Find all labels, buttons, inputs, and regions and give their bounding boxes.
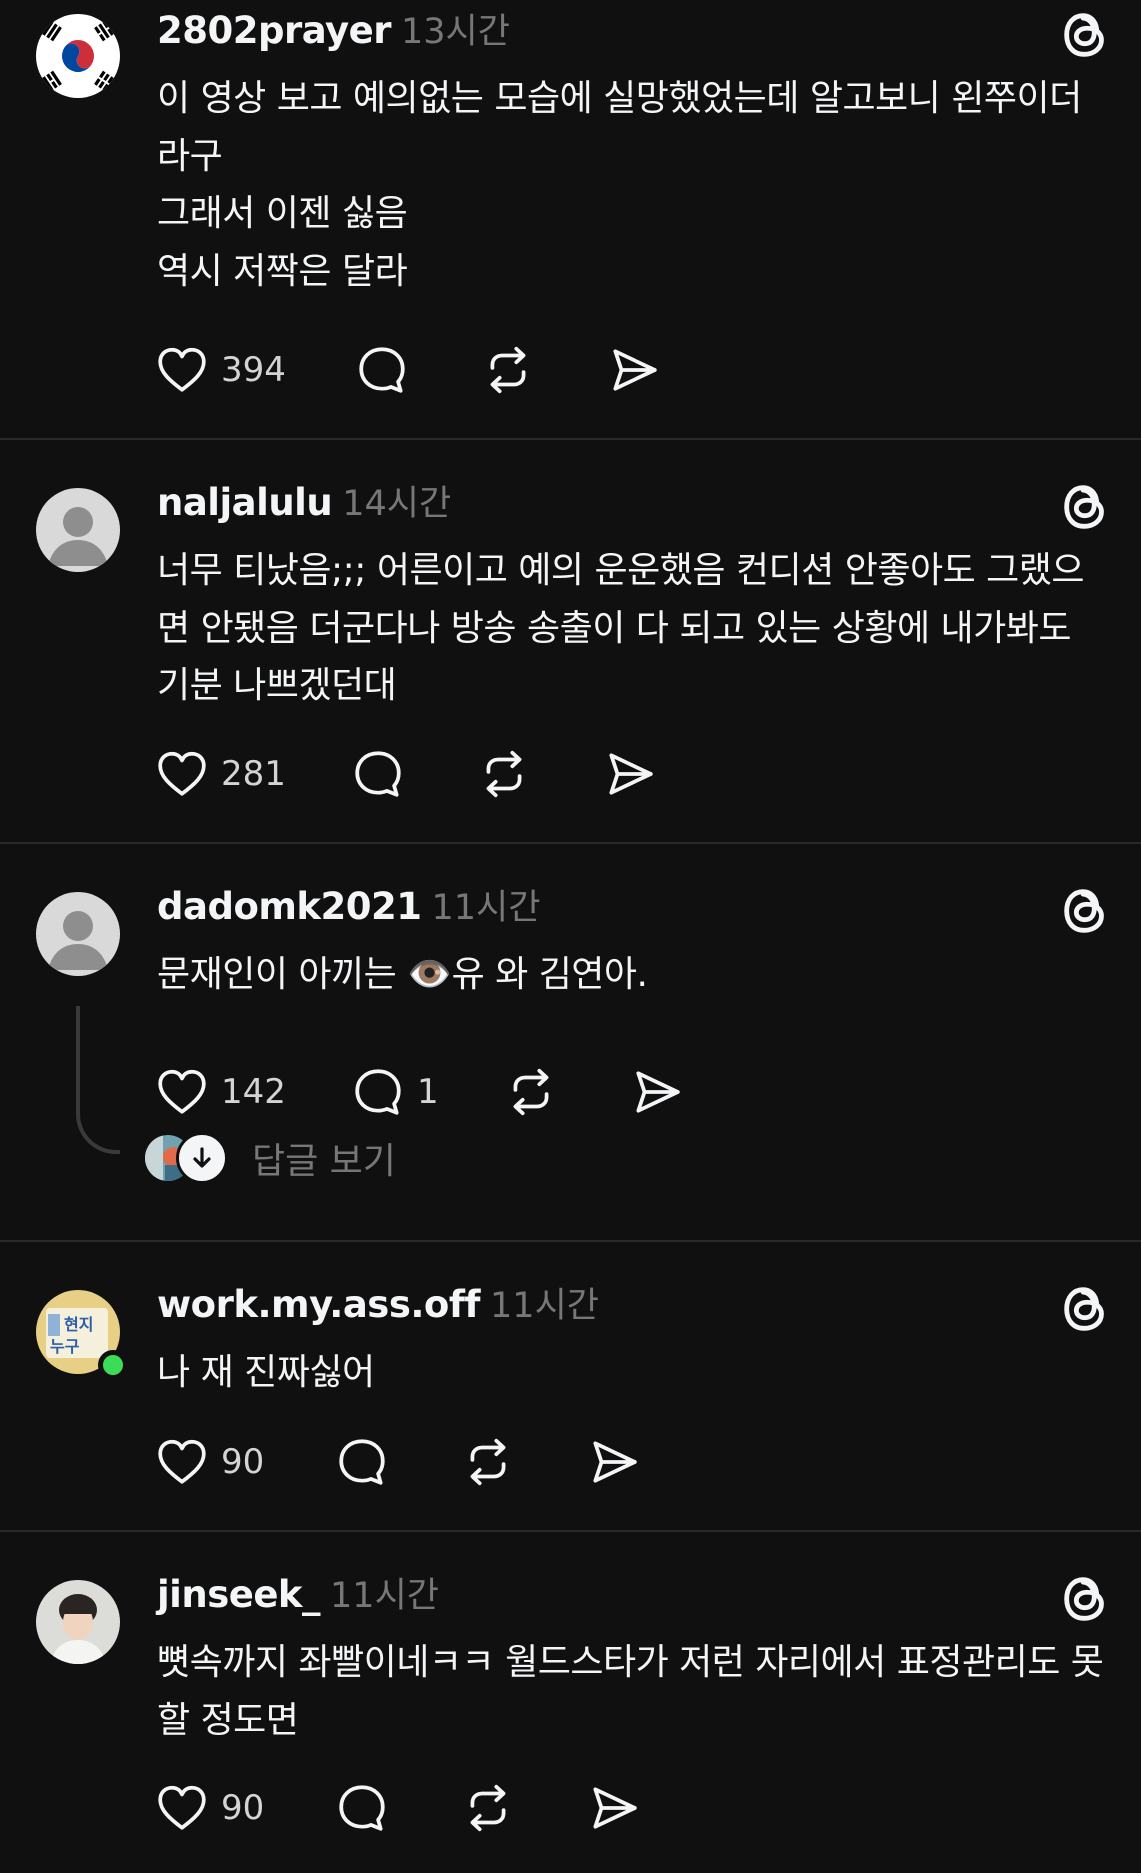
share-button[interactable] — [587, 1432, 641, 1492]
repost-icon — [461, 1781, 515, 1835]
comment-icon — [335, 1435, 389, 1489]
reply-arrow-icon — [176, 1132, 228, 1184]
avatar-sign[interactable]: 현지 누구 — [36, 1290, 128, 1380]
avatar-default[interactable] — [36, 892, 120, 976]
action-bar: 90 — [155, 1432, 641, 1492]
like-button[interactable]: 90 — [155, 1778, 335, 1838]
username[interactable]: dadomk2021 — [157, 885, 422, 928]
post-text: 너무 티났음;;; 어른이고 예의 운운했음 컨디션 안좋아도 그랬으 면 안됐… — [157, 550, 1085, 707]
threads-logo-icon[interactable] — [1057, 1570, 1115, 1628]
threads-logo-icon[interactable] — [1057, 1280, 1115, 1338]
share-icon — [603, 747, 657, 801]
like-count: 142 — [221, 1072, 286, 1112]
heart-icon — [155, 1781, 209, 1835]
person-icon — [36, 892, 120, 976]
like-count: 90 — [221, 1442, 265, 1482]
like-button[interactable]: 281 — [155, 744, 351, 804]
heart-icon — [155, 1065, 209, 1119]
repost-icon — [481, 343, 535, 397]
post-header: naljalulu 14시간 — [157, 484, 451, 522]
post-text: 이 영상 보고 예의없는 모습에 실망했었는데 알고보니 왼쭈이더 라구 그래서… — [157, 78, 1082, 292]
action-bar: 90 — [155, 1778, 641, 1838]
repost-button[interactable] — [461, 1778, 587, 1838]
online-status-dot — [98, 1350, 128, 1380]
username[interactable]: jinseek_ — [157, 1573, 321, 1616]
threads-logo-icon[interactable] — [1057, 478, 1115, 536]
sign-text-2: 누구 — [50, 1337, 80, 1356]
share-icon — [587, 1435, 641, 1489]
repost-button[interactable] — [477, 744, 603, 804]
share-button[interactable] — [607, 340, 661, 400]
post-text-after: 유 와 김연아. — [451, 954, 648, 995]
avatar-default[interactable] — [36, 488, 120, 572]
username[interactable]: 2802prayer — [157, 9, 392, 52]
comment-icon — [351, 1065, 405, 1119]
post-text: 문재인이 아끼는 👁️유 와 김연아. — [157, 946, 1127, 1004]
like-button[interactable]: 394 — [155, 340, 355, 400]
share-icon — [630, 1065, 684, 1119]
post-5: jinseek_ 11시간 뼛속까지 좌빨이네ㅋㅋ 월드스타가 저런 자리에서 표… — [0, 1532, 1141, 1873]
avatar-portrait[interactable] — [36, 1580, 120, 1664]
share-button[interactable] — [587, 1778, 641, 1838]
like-button[interactable]: 142 — [155, 1062, 351, 1122]
post-2: naljalulu 14시간 너무 티났음;;; 어른이고 예의 운운했음 컨디션… — [0, 440, 1141, 844]
repost-button[interactable] — [481, 340, 607, 400]
comment-button[interactable] — [335, 1432, 461, 1492]
action-bar: 394 — [155, 340, 661, 400]
heart-icon — [155, 343, 209, 397]
post-header: work.my.ass.off 11시간 — [157, 1286, 599, 1324]
repost-button[interactable] — [461, 1432, 587, 1492]
eye-emoji: 👁️ — [407, 954, 452, 995]
share-button[interactable] — [603, 744, 657, 804]
repost-icon — [477, 747, 531, 801]
post-header: jinseek_ 11시간 — [157, 1576, 439, 1614]
action-bar: 281 — [155, 744, 657, 804]
comment-button[interactable] — [355, 340, 481, 400]
comment-icon — [351, 747, 405, 801]
post-header: 2802prayer 13시간 — [157, 12, 510, 50]
heart-icon — [155, 747, 209, 801]
share-button[interactable] — [630, 1062, 684, 1122]
comment-count: 1 — [417, 1072, 439, 1112]
post-header: dadomk2021 11시간 — [157, 888, 540, 926]
view-replies[interactable]: 답글 보기 — [142, 1130, 396, 1186]
comment-button[interactable]: 1 — [351, 1062, 504, 1122]
heart-icon — [155, 1435, 209, 1489]
repost-button[interactable] — [504, 1062, 630, 1122]
comment-icon — [355, 343, 409, 397]
like-button[interactable]: 90 — [155, 1432, 335, 1492]
action-bar: 142 1 — [155, 1062, 684, 1122]
timestamp: 11시간 — [490, 1286, 599, 1326]
username[interactable]: work.my.ass.off — [157, 1283, 481, 1326]
like-count: 90 — [221, 1788, 265, 1828]
comment-button[interactable] — [351, 744, 477, 804]
timestamp: 14시간 — [342, 484, 452, 524]
comment-button[interactable] — [335, 1778, 461, 1838]
thread-line — [76, 1006, 120, 1154]
timestamp: 13시간 — [401, 12, 510, 52]
username[interactable]: naljalulu — [157, 481, 333, 524]
repost-icon — [504, 1065, 558, 1119]
share-icon — [587, 1781, 641, 1835]
post-4: 현지 누구 work.my.ass.off 11시간 나 재 진짜싫어 90 — [0, 1242, 1141, 1532]
view-replies-label: 답글 보기 — [252, 1141, 396, 1182]
threads-logo-icon[interactable] — [1057, 6, 1115, 64]
like-count: 394 — [221, 350, 286, 390]
like-count: 281 — [221, 754, 286, 794]
post-text-before: 문재인이 아끼는 — [157, 954, 408, 995]
timestamp: 11시간 — [431, 888, 541, 928]
repost-icon — [461, 1435, 515, 1489]
threads-logo-icon[interactable] — [1057, 882, 1115, 940]
post-1: 2802prayer 13시간 이 영상 보고 예의없는 모습에 실망했었는데 알… — [0, 0, 1141, 440]
post-text: 뼛속까지 좌빨이네ㅋㅋ 월드스타가 저런 자리에서 표정관리도 못 할 정도면 — [157, 1642, 1104, 1741]
person-icon — [36, 488, 120, 572]
avatar-korean-flag[interactable] — [36, 14, 120, 98]
timestamp: 11시간 — [330, 1576, 439, 1616]
post-3: dadomk2021 11시간 문재인이 아끼는 👁️유 와 김연아. 142 1 — [0, 844, 1141, 1242]
comment-icon — [335, 1781, 389, 1835]
sign-text-1: 현지 — [64, 1315, 93, 1334]
post-text: 나 재 진짜싫어 — [157, 1352, 375, 1393]
share-icon — [607, 343, 661, 397]
